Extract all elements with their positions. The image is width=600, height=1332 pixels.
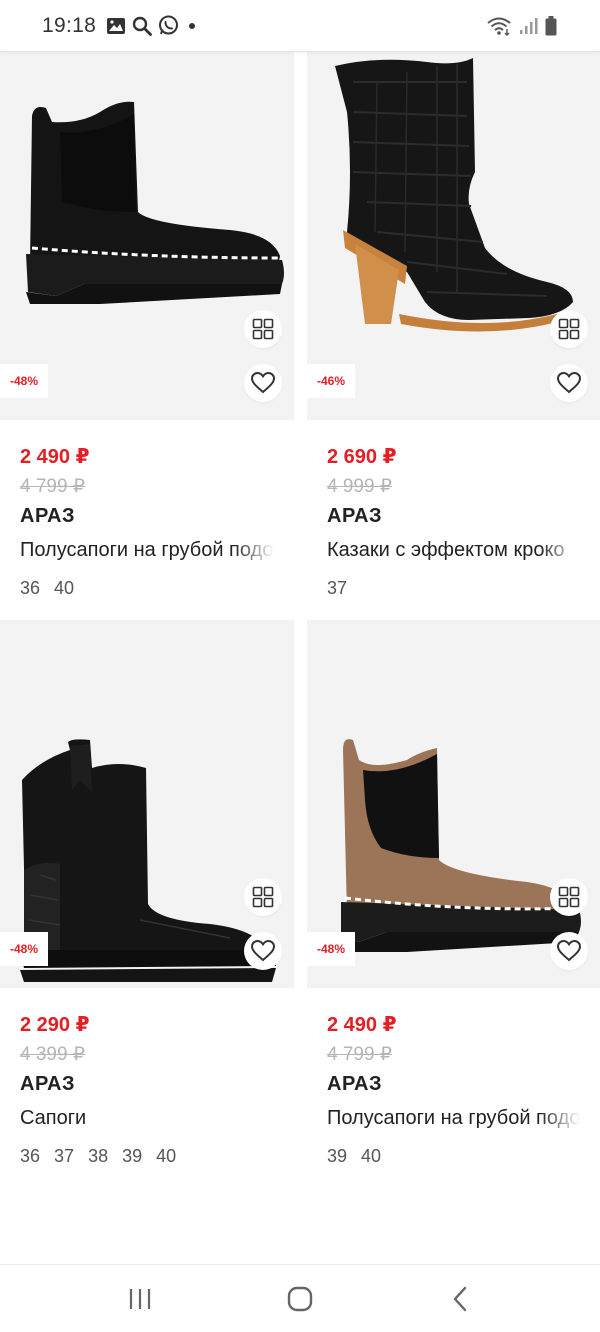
compare-button[interactable]	[244, 310, 282, 348]
discount-badge: -46%	[307, 364, 356, 398]
heart-icon	[250, 371, 276, 394]
wifi-icon	[487, 17, 511, 36]
compare-icon	[252, 886, 274, 908]
size: 37	[327, 578, 348, 598]
product-info[interactable]: 2 490 ₽ 4 799 ₽ АРАЗ Полусапоги на грубо…	[307, 988, 600, 1174]
product-info[interactable]: 2 290 ₽ 4 399 ₽ АРАЗ Сапоги 36 37 38 39 …	[0, 988, 294, 1174]
brand: АРАЗ	[327, 1073, 382, 1095]
compare-icon	[252, 318, 274, 340]
size: 40	[361, 1146, 382, 1166]
size: 39	[327, 1146, 348, 1166]
size: 40	[54, 578, 75, 598]
product-name: Полусапоги на грубой подошве	[327, 1098, 580, 1138]
size: 40	[156, 1146, 177, 1166]
favorite-button[interactable]	[244, 932, 282, 970]
product-name: Казаки с эффектом кроко	[327, 530, 580, 570]
signal-icon	[520, 17, 538, 34]
compare-button[interactable]	[550, 878, 588, 916]
dot-icon	[189, 22, 196, 29]
whatsapp-icon	[159, 15, 179, 35]
battery-icon	[545, 15, 557, 35]
product-image[interactable]: -48%	[0, 620, 294, 988]
heart-icon	[556, 939, 582, 962]
product-card[interactable]: -46% 2 690 ₽ 4 999 ₽ АРАЗ Казаки с эффек…	[307, 52, 600, 606]
system-nav-bar	[0, 1264, 600, 1332]
sizes: 36 40	[20, 570, 274, 606]
brand: АРАЗ	[20, 1073, 75, 1095]
home-icon	[287, 1286, 313, 1311]
back-button[interactable]	[430, 1274, 490, 1324]
old-price: 4 799 ₽	[20, 476, 85, 497]
size: 38	[88, 1146, 109, 1166]
back-icon	[453, 1286, 467, 1311]
compare-button[interactable]	[550, 310, 588, 348]
discount-badge: -48%	[0, 364, 49, 398]
old-price: 4 999 ₽	[327, 476, 392, 497]
size: 37	[54, 1146, 75, 1166]
sizes: 39 40	[327, 1138, 580, 1174]
product-name: Полусапоги на грубой подошве	[20, 530, 274, 570]
recent-apps-button[interactable]	[110, 1274, 170, 1324]
product-info[interactable]: 2 490 ₽ 4 799 ₽ АРАЗ Полусапоги на грубо…	[0, 420, 294, 606]
price: 2 490 ₽	[20, 446, 90, 468]
product-image[interactable]: -48%	[307, 620, 600, 988]
product-image[interactable]: -48%	[0, 52, 294, 420]
size: 36	[20, 578, 41, 598]
brand: АРАЗ	[20, 505, 75, 527]
recent-apps-icon	[129, 1288, 151, 1309]
status-icons-right	[486, 15, 558, 37]
favorite-button[interactable]	[550, 932, 588, 970]
compare-icon	[558, 886, 580, 908]
heart-icon	[250, 939, 276, 962]
image-icon	[107, 17, 126, 34]
product-card[interactable]: -48% 2 490 ₽ 4 799 ₽ АРАЗ Полусапоги на …	[0, 52, 294, 606]
heart-icon	[556, 371, 582, 394]
price: 2 690 ₽	[327, 446, 397, 468]
status-icons-left	[106, 15, 199, 36]
discount-badge: -48%	[0, 932, 49, 966]
favorite-button[interactable]	[550, 364, 588, 402]
discount-badge: -48%	[307, 932, 356, 966]
size: 39	[122, 1146, 143, 1166]
status-bar: 19:18	[0, 0, 600, 52]
old-price: 4 399 ₽	[20, 1044, 85, 1065]
product-image[interactable]: -46%	[307, 52, 600, 420]
product-card[interactable]: -48% 2 490 ₽ 4 799 ₽ АРАЗ Полусапоги на …	[307, 620, 600, 1174]
home-button[interactable]	[270, 1274, 330, 1324]
sizes: 36 37 38 39 40	[20, 1138, 274, 1174]
product-card[interactable]: -48% 2 290 ₽ 4 399 ₽ АРАЗ Сапоги 36 37 3…	[0, 620, 294, 1174]
search-icon	[132, 16, 152, 36]
old-price: 4 799 ₽	[327, 1044, 392, 1065]
product-name: Сапоги	[20, 1098, 274, 1138]
compare-button[interactable]	[244, 878, 282, 916]
product-info[interactable]: 2 690 ₽ 4 999 ₽ АРАЗ Казаки с эффектом к…	[307, 420, 600, 606]
price: 2 290 ₽	[20, 1014, 90, 1036]
favorite-button[interactable]	[244, 364, 282, 402]
compare-icon	[558, 318, 580, 340]
status-time: 19:18	[42, 13, 97, 37]
size: 36	[20, 1146, 41, 1166]
price: 2 490 ₽	[327, 1014, 397, 1036]
brand: АРАЗ	[327, 505, 382, 527]
sizes: 37	[327, 570, 580, 606]
